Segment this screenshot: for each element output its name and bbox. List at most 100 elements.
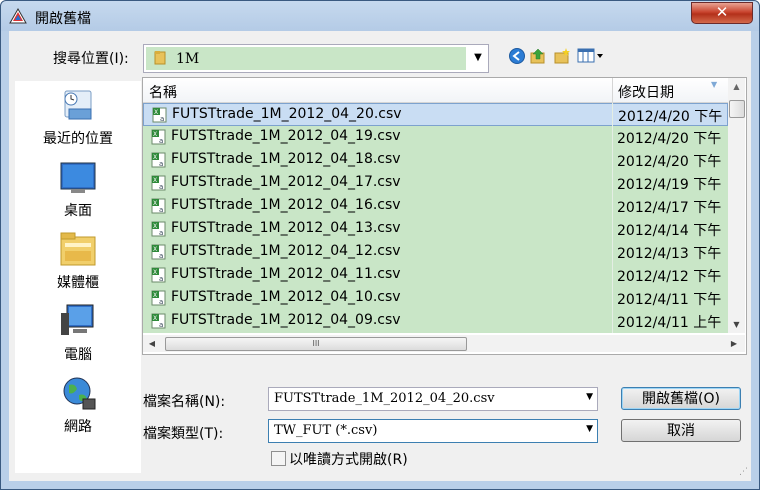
cancel-button[interactable]: 取消 (621, 419, 741, 442)
place-label: 網路 (64, 419, 92, 435)
file-name: FUTSTtrade_1M_2012_04_17.csv (171, 174, 401, 190)
computer-icon (61, 304, 94, 335)
scroll-down-icon[interactable]: ▼ (728, 316, 745, 333)
network-globe-icon (63, 377, 96, 410)
file-row[interactable]: Xa FUTSTtrade_1M_2012_04_13.csv 2012/4/14 … (143, 218, 728, 241)
svg-text:a: a (159, 298, 163, 306)
file-name-input[interactable]: FUTSTtrade_1M_2012_04_20.csv ▼ (268, 387, 598, 411)
libraries-icon (60, 232, 96, 266)
file-date: 2012/4/19 下午 (617, 177, 722, 193)
recent-places-icon (64, 90, 92, 120)
open-button[interactable]: 開啟舊檔(O) (621, 387, 741, 410)
resize-grip-icon[interactable]: ⋰ (739, 467, 748, 477)
look-in-value: 1M (176, 51, 200, 67)
vertical-scrollbar[interactable]: ▲ ▼ (728, 78, 745, 333)
svg-text:X: X (153, 131, 157, 138)
read-only-checkbox[interactable] (271, 451, 286, 466)
svg-text:X: X (153, 177, 157, 184)
file-name-value: FUTSTtrade_1M_2012_04_20.csv (274, 391, 495, 406)
file-row[interactable]: Xa FUTSTtrade_1M_2012_04_09.csv 2012/4/11 … (143, 310, 728, 333)
chevron-down-icon[interactable]: ▼ (586, 424, 593, 434)
file-name: FUTSTtrade_1M_2012_04_11.csv (171, 266, 401, 282)
window-title: 開啟舊檔 (35, 11, 91, 27)
chevron-down-icon[interactable]: ▼ (586, 392, 593, 402)
read-only-option[interactable]: 以唯讀方式開啟(R) (271, 449, 431, 469)
column-header-date[interactable]: 修改日期 (618, 82, 674, 102)
svg-text:a: a (159, 275, 163, 283)
file-name: FUTSTtrade_1M_2012_04_16.csv (171, 197, 401, 213)
column-separator[interactable] (612, 78, 613, 102)
file-row[interactable]: Xa FUTSTtrade_1M_2012_04_18.csv 2012/4/20 … (143, 149, 728, 172)
place-libraries[interactable]: 媒體櫃 (15, 227, 141, 297)
column-divider (612, 103, 613, 333)
svg-text:a: a (159, 137, 163, 145)
look-in-combo[interactable]: 1M ▼ (143, 44, 489, 73)
file-row[interactable]: Xa FUTSTtrade_1M_2012_04_11.csv 2012/4/12 … (143, 264, 728, 287)
file-name: FUTSTtrade_1M_2012_04_20.csv (172, 106, 402, 122)
csv-file-icon: Xa (151, 198, 166, 214)
svg-text:X: X (153, 246, 157, 253)
file-name: FUTSTtrade_1M_2012_04_13.csv (171, 220, 401, 236)
app-triangle-icon (9, 8, 27, 24)
file-name-label: 檔案名稱(N): (143, 394, 226, 410)
file-name: FUTSTtrade_1M_2012_04_09.csv (171, 312, 401, 328)
folder-icon (154, 51, 166, 65)
csv-file-icon: Xa (151, 267, 166, 283)
up-folder-icon[interactable] (529, 47, 547, 65)
file-date: 2012/4/20 下午 (617, 131, 722, 147)
scroll-up-icon[interactable]: ▲ (728, 78, 745, 95)
scroll-thumb-horizontal[interactable]: III (165, 337, 467, 351)
file-date: 2012/4/20 下午 (618, 109, 723, 125)
column-header-name[interactable]: 名稱 (149, 82, 177, 102)
file-row[interactable]: Xa FUTSTtrade_1M_2012_04_17.csv 2012/4/19 … (143, 172, 728, 195)
csv-file-icon: Xa (151, 175, 166, 191)
chevron-down-icon[interactable]: ▼ (470, 49, 486, 67)
close-button[interactable]: ✕ (691, 2, 753, 24)
file-type-label: 檔案類型(T): (143, 426, 224, 442)
file-type-value: TW_FUT (*.csv) (274, 423, 378, 438)
csv-file-icon: Xa (151, 129, 166, 145)
csv-file-icon: Xa (151, 290, 166, 306)
file-name: FUTSTtrade_1M_2012_04_19.csv (171, 128, 401, 144)
file-row[interactable]: Xa FUTSTtrade_1M_2012_04_19.csv 2012/4/20 … (143, 126, 728, 149)
file-list[interactable]: 名稱 修改日期 ▼ Xa FUTSTtrade_1M_2012_04_20.csv… (142, 77, 747, 355)
sort-arrow-icon: ▼ (711, 80, 718, 89)
file-name: FUTSTtrade_1M_2012_04_12.csv (171, 243, 401, 259)
svg-text:a: a (160, 115, 164, 123)
place-network[interactable]: 網路 (15, 371, 141, 441)
list-header: 名稱 修改日期 ▼ (143, 78, 728, 103)
place-recent[interactable]: 最近的位置 (15, 83, 141, 153)
scroll-thumb[interactable] (729, 100, 745, 118)
svg-text:a: a (159, 183, 163, 191)
svg-text:X: X (153, 269, 157, 276)
svg-text:a: a (159, 321, 163, 329)
file-row[interactable]: Xa FUTSTtrade_1M_2012_04_20.csv 2012/4/20 … (143, 103, 728, 126)
place-label: 電腦 (64, 347, 92, 363)
file-date: 2012/4/17 下午 (617, 200, 722, 216)
svg-text:a: a (159, 206, 163, 214)
csv-file-icon: Xa (151, 152, 166, 168)
horizontal-scrollbar[interactable]: ◀ III ▶ (143, 335, 745, 352)
file-row[interactable]: Xa FUTSTtrade_1M_2012_04_16.csv 2012/4/17 … (143, 195, 728, 218)
back-icon[interactable] (508, 47, 526, 65)
svg-text:X: X (153, 315, 157, 322)
place-desktop[interactable]: 桌面 (15, 155, 141, 225)
file-date: 2012/4/20 下午 (617, 154, 722, 170)
svg-text:X: X (154, 109, 158, 116)
new-folder-icon[interactable] (553, 47, 571, 65)
file-row[interactable]: Xa FUTSTtrade_1M_2012_04_10.csv 2012/4/11 … (143, 287, 728, 310)
scroll-left-icon[interactable]: ◀ (145, 335, 159, 352)
scroll-right-icon[interactable]: ▶ (726, 335, 742, 352)
place-computer[interactable]: 電腦 (15, 299, 141, 369)
svg-text:X: X (153, 223, 157, 230)
open-file-dialog: 開啟舊檔 ✕ 搜尋位置(I): 1M ▼ 最近的位置 桌面 媒體櫃 電腦 網路 … (0, 0, 760, 490)
title-bar[interactable]: 開啟舊檔 ✕ (1, 1, 759, 31)
file-date: 2012/4/11 下午 (617, 292, 722, 308)
place-label: 最近的位置 (43, 131, 113, 147)
svg-text:X: X (153, 200, 157, 207)
file-rows: Xa FUTSTtrade_1M_2012_04_20.csv 2012/4/20 … (143, 103, 728, 333)
svg-text:X: X (153, 292, 157, 299)
file-row[interactable]: Xa FUTSTtrade_1M_2012_04_12.csv 2012/4/13 … (143, 241, 728, 264)
view-menu-icon[interactable] (577, 47, 605, 65)
file-type-combo[interactable]: TW_FUT (*.csv) ▼ (268, 419, 598, 443)
